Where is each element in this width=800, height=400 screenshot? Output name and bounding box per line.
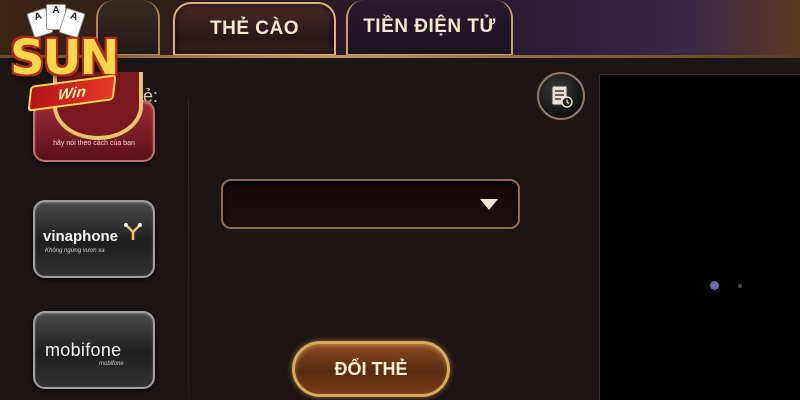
viettel-tagline: hãy nói theo cách của bạn	[53, 140, 135, 147]
logo-win-text: Win	[57, 82, 87, 104]
vinaphone-logo-icon	[124, 223, 142, 240]
exchange-card-label: ĐỔI THẺ	[334, 358, 408, 379]
carrier-mobifone-button[interactable]: mobifone mobifone	[33, 311, 155, 389]
history-list-icon	[551, 85, 573, 108]
sunwin-logo: A A A SUN Win	[0, 0, 150, 115]
preview-panel	[599, 74, 800, 400]
tab-crypto-label: TIỀN ĐIỆN TỬ	[363, 16, 496, 37]
loading-dot-small	[738, 284, 742, 288]
carrier-vinaphone-button[interactable]: vinaphone Không ngừng vươn xa	[33, 200, 155, 278]
mobifone-tagline: mobifone	[99, 361, 124, 367]
history-button[interactable]	[537, 72, 585, 120]
loading-dot	[710, 281, 719, 290]
tab-scratch-card-label: THẺ CÀO	[210, 18, 299, 39]
panel-divider	[188, 100, 189, 400]
denomination-select[interactable]	[221, 179, 520, 229]
vinaphone-brand: vinaphone	[43, 228, 119, 245]
tab-crypto[interactable]: TIỀN ĐIỆN TỬ	[346, 0, 513, 56]
tab-scratch-card[interactable]: THẺ CÀO	[173, 2, 336, 56]
chevron-down-icon	[480, 199, 498, 210]
vinaphone-tagline: Không ngừng vươn xa	[45, 248, 105, 254]
mobifone-brand: mobifone	[45, 340, 122, 360]
exchange-card-button[interactable]: ĐỔI THẺ	[292, 341, 450, 397]
